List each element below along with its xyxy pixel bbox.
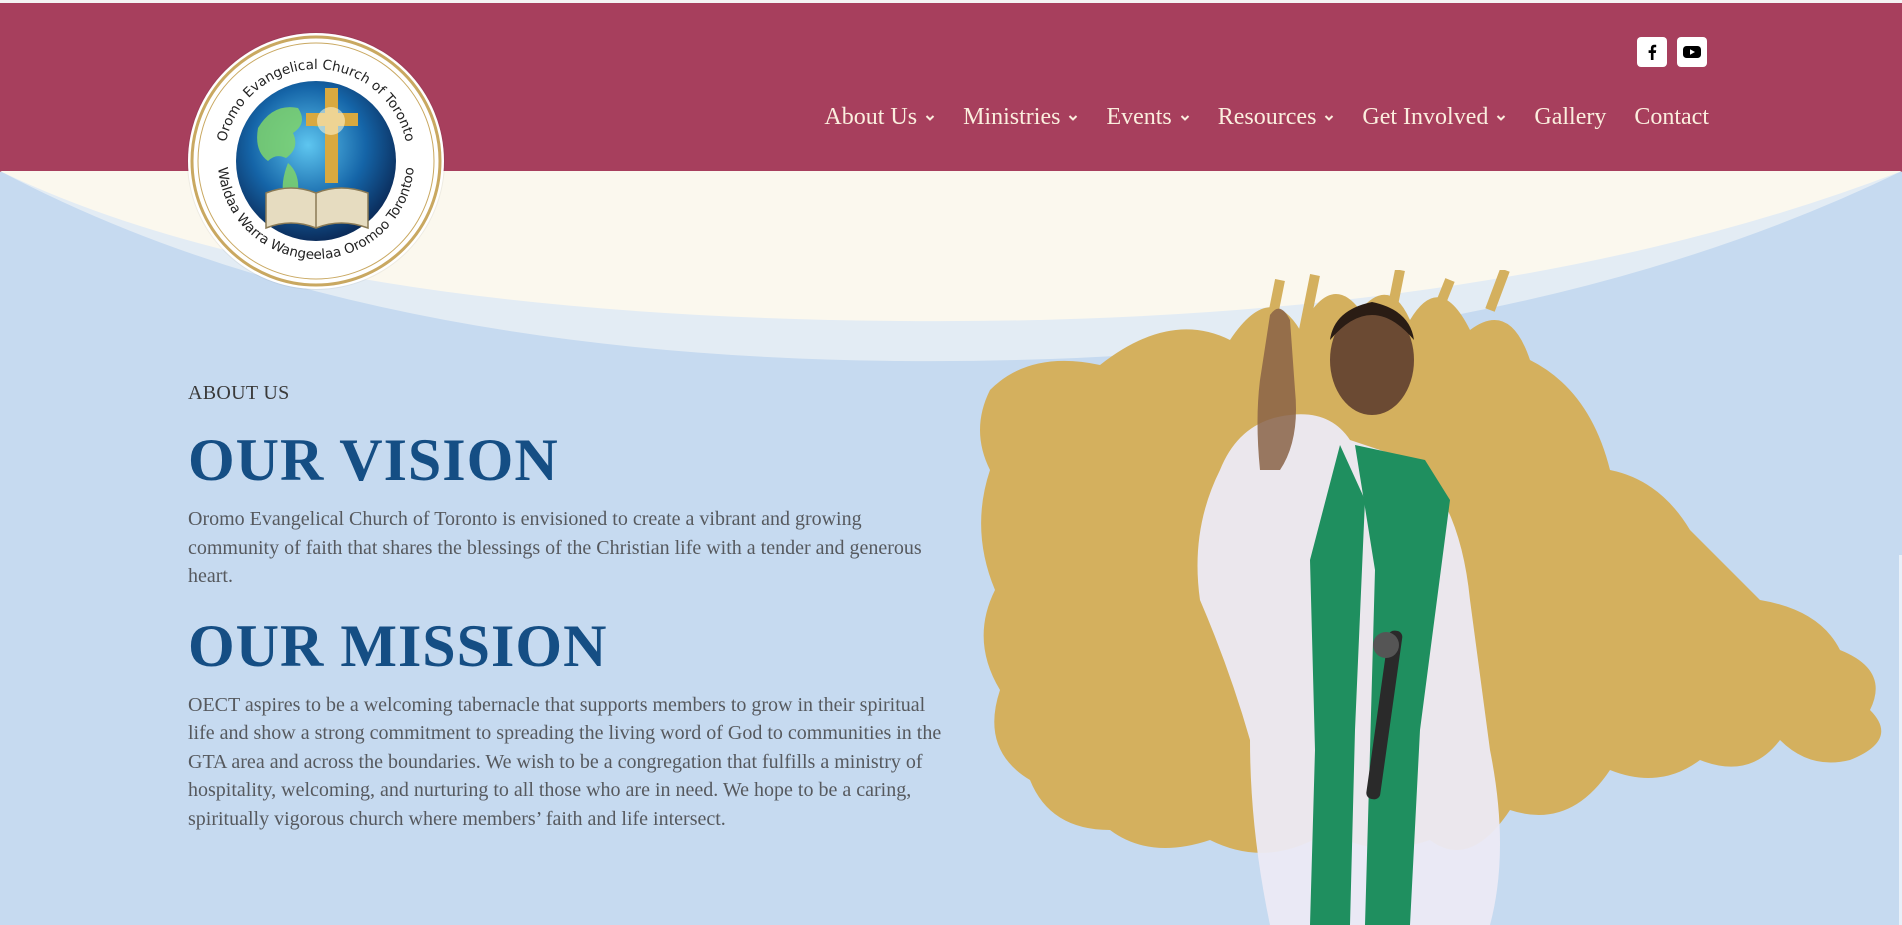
church-logo[interactable]: Oromo Evangelical Church of Toronto Wald…	[188, 33, 444, 289]
chevron-down-icon	[1180, 114, 1189, 121]
facebook-icon	[1648, 44, 1657, 60]
youtube-icon	[1683, 46, 1701, 58]
nav-gallery-label: Gallery	[1534, 104, 1607, 130]
nav-contact[interactable]: Contact	[1634, 104, 1709, 131]
pastor-praying-image	[970, 270, 1902, 925]
nav-contact-label: Contact	[1634, 104, 1709, 130]
social-links	[1637, 37, 1707, 67]
mission-text: OECT aspires to be a welcoming tabernacl…	[188, 693, 942, 830]
nav-about-us-label: About Us	[824, 104, 918, 130]
chevron-down-icon	[925, 114, 935, 121]
nav-events-label: Events	[1106, 104, 1172, 130]
nav-about-us[interactable]: About Us	[824, 104, 935, 131]
nav-gallery[interactable]: Gallery	[1534, 104, 1606, 131]
chevron-down-icon	[1325, 114, 1334, 121]
nav-ministries[interactable]: Ministries	[963, 104, 1078, 131]
nav-resources[interactable]: Resources	[1218, 104, 1335, 131]
main-navigation: About Us Ministries Events Resources Get…	[740, 104, 1709, 131]
section-eyebrow: ABOUT US	[188, 382, 290, 404]
nav-ministries-label: Ministries	[963, 104, 1061, 130]
nav-get-involved[interactable]: Get Involved	[1362, 104, 1506, 131]
vision-text: Oromo Evangelical Church of Toronto is e…	[188, 508, 922, 587]
youtube-button[interactable]	[1677, 37, 1707, 67]
mission-title: OUR MISSION	[188, 612, 608, 679]
facebook-button[interactable]	[1637, 37, 1667, 67]
chevron-down-icon	[1497, 114, 1506, 121]
nav-get-involved-label: Get Involved	[1362, 104, 1489, 130]
nav-events[interactable]: Events	[1106, 104, 1189, 131]
chevron-down-icon	[1069, 114, 1078, 121]
vision-title: OUR VISION	[188, 427, 559, 493]
nav-resources-label: Resources	[1217, 104, 1317, 130]
about-section: ABOUT US OUR VISION Oromo Evangelical Ch…	[188, 382, 948, 855]
